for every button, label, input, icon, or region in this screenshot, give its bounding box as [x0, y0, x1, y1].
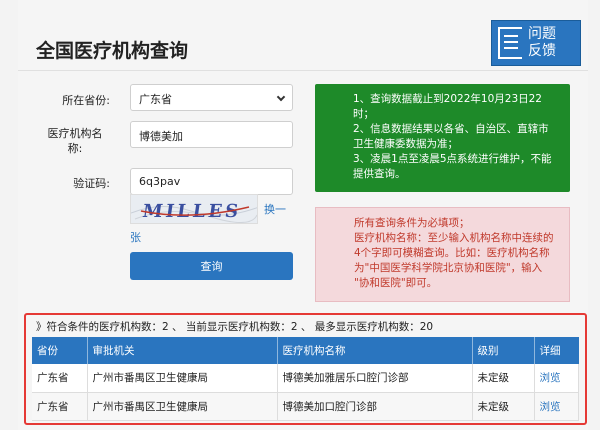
- header-level: 级别: [472, 337, 535, 364]
- province-label: 所在省份:: [62, 94, 110, 107]
- header-institution: 医疗机构名称: [277, 337, 473, 364]
- swap-captcha-link[interactable]: 换一: [264, 201, 286, 217]
- province-value: 广东省: [139, 93, 172, 106]
- cell-province: 广东省: [32, 364, 88, 393]
- page-title: 全国医疗机构查询: [36, 40, 189, 62]
- institution-label: 医疗机构名 称:: [47, 127, 103, 155]
- cell-level: 未定级: [472, 392, 535, 421]
- results-table: 省份 审批机关 医疗机构名称 级别 详细 广东省 广州市番禺区卫生健康局 博德美…: [32, 337, 579, 421]
- cell-level: 未定级: [472, 364, 535, 393]
- header-detail: 详细: [534, 337, 579, 364]
- header-province: 省份: [32, 337, 88, 364]
- cell-authority: 广州市番禺区卫生健康局: [87, 364, 278, 393]
- query-button[interactable]: 查询: [130, 252, 293, 280]
- header-authority: 审批机关: [87, 337, 278, 364]
- notice-pink: 所有查询条件为必填项； 医疗机构名称：至少输入机构名称中连续的 4个字即可模糊查…: [315, 207, 570, 302]
- cell-institution: 博德美加口腔门诊部: [277, 392, 473, 421]
- cell-authority: 广州市番禺区卫生健康局: [87, 392, 278, 421]
- table-row: 广东省 广州市番禺区卫生健康局 博德美加雅居乐口腔门诊部 未定级 浏览: [32, 364, 579, 393]
- cell-province: 广东省: [32, 392, 88, 421]
- feedback-label: 问题 反馈: [528, 26, 556, 59]
- cell-institution: 博德美加雅居乐口腔门诊部: [277, 364, 473, 393]
- captcha-input[interactable]: 6q3pav: [130, 168, 293, 195]
- feedback-button[interactable]: 问题 反馈: [491, 20, 581, 66]
- table-row: 广东省 广州市番禺区卫生健康局 博德美加口腔门诊部 未定级 浏览: [32, 392, 579, 421]
- results-summary: 》符合条件的医疗机构数：2 、 当前显示医疗机构数：2 、 最多显示医疗机构数：…: [36, 321, 434, 333]
- view-detail-link[interactable]: 浏览: [534, 364, 579, 393]
- captcha-label: 验证码:: [73, 177, 110, 190]
- header-divider: [18, 70, 588, 71]
- view-detail-link[interactable]: 浏览: [534, 392, 579, 421]
- feedback-icon: [498, 27, 522, 59]
- institution-input[interactable]: 博德美加: [130, 121, 293, 148]
- results-panel: 》符合条件的医疗机构数：2 、 当前显示医疗机构数：2 、 最多显示医疗机构数：…: [24, 313, 587, 425]
- notice-green: 1、查询数据截止到2022年10月23日22 时； 2、信息数据结果以各省、自治…: [315, 84, 570, 192]
- captcha-graphic: MILLES: [131, 201, 257, 223]
- table-header-row: 省份 审批机关 医疗机构名称 级别 详细: [32, 337, 579, 364]
- swap-captcha-link-cont[interactable]: 张: [130, 229, 141, 245]
- province-select[interactable]: 广东省: [130, 84, 293, 111]
- chevron-down-icon: [276, 92, 286, 102]
- captcha-image[interactable]: MILLES: [130, 194, 258, 224]
